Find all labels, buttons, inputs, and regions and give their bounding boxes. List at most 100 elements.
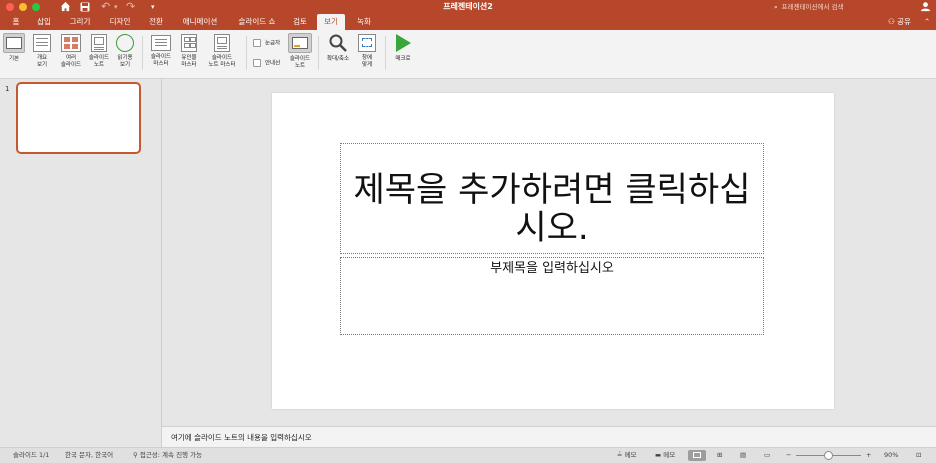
zoom-slider[interactable]	[796, 451, 861, 460]
notes-icon: ≟	[617, 451, 623, 459]
fit-slide-icon[interactable]: ⊡	[916, 448, 921, 463]
search-box[interactable]: ⌕ 프레젠테이션에서 검색	[774, 1, 894, 13]
normal-view-button[interactable]: 기본	[2, 33, 26, 63]
reading-view-label-1: 읽기용	[117, 55, 133, 61]
accessibility-label: 접근성: 계속 진행 가능	[139, 451, 203, 459]
reading-view-status-icon[interactable]: ▤	[740, 448, 746, 463]
ribbon-separator	[385, 36, 386, 70]
zoom-in-button[interactable]: +	[866, 448, 871, 463]
zoom-level[interactable]: 90%	[884, 448, 898, 463]
macros-button[interactable]: 매크로	[390, 33, 416, 63]
slide-number: 1	[5, 85, 10, 93]
slideshow-status-icon[interactable]: ▭	[764, 448, 770, 463]
ribbon-separator	[142, 36, 143, 70]
fit-to-window-button[interactable]: 창에 맞게	[355, 33, 379, 68]
share-label: 공유	[897, 17, 911, 26]
slide-sorter-status-icon[interactable]: ⊞	[717, 448, 722, 463]
normal-view-icon	[3, 33, 25, 53]
add-person-icon: ⚇	[888, 17, 895, 26]
notes-master-icon	[214, 34, 230, 52]
normal-view-status-icon	[693, 452, 701, 458]
tab-record[interactable]: 녹화	[352, 14, 376, 30]
slide-master-icon	[151, 35, 171, 51]
guides-checkbox[interactable]: 안내선	[253, 59, 280, 68]
slide-notes-label-1: 슬라이드	[289, 56, 311, 62]
guides-label: 안내선	[265, 60, 281, 67]
slide-notes-icon	[288, 33, 312, 53]
zoom-button[interactable]: 확대/축소	[322, 33, 354, 63]
play-icon	[394, 33, 412, 53]
guides-checkbox-box	[253, 59, 261, 67]
tab-home[interactable]: 홈	[8, 14, 24, 30]
slide-notes-label-2: 노트	[294, 62, 306, 69]
slide-thumbnail[interactable]	[16, 82, 141, 154]
macros-label: 매크로	[395, 56, 411, 62]
ruler-checkbox[interactable]: 눈금자	[253, 39, 280, 48]
search-icon: ⌕	[774, 3, 778, 11]
search-input[interactable]: 프레젠테이션에서 검색	[782, 3, 844, 11]
comment-icon: ▬	[655, 451, 662, 459]
outline-view-label-2: 보기	[36, 61, 48, 68]
reading-view-label-2: 보기	[119, 61, 131, 68]
fit-window-label-2: 맞게	[361, 61, 373, 68]
subtitle-placeholder[interactable]: 부제목을 입력하십시오	[340, 257, 764, 335]
profile-icon[interactable]	[920, 0, 931, 14]
accessibility-status[interactable]: ⚲ 접근성: 계속 진행 가능	[133, 448, 202, 463]
handout-master-button[interactable]: 유인물 마스터	[177, 33, 201, 68]
zoom-label: 확대/축소	[326, 56, 350, 62]
accessibility-icon: ⚲	[133, 451, 138, 459]
slide-sorter-icon	[61, 34, 81, 52]
slide-master-label-2: 마스터	[153, 60, 169, 67]
outline-view-icon	[33, 34, 51, 52]
reading-view-button[interactable]: 읽기용 보기	[114, 33, 136, 68]
notes-page-label-1: 슬라이드	[88, 55, 110, 61]
notes-page-button[interactable]: 슬라이드 노트	[86, 33, 112, 68]
zoom-out-button[interactable]: −	[786, 448, 791, 463]
slide-notes-button[interactable]: 슬라이드 노트	[287, 33, 313, 69]
fit-window-icon	[358, 34, 376, 52]
comments-button-label: 메모	[663, 451, 676, 459]
language-status[interactable]: 한국 문자, 한국어	[65, 448, 113, 463]
status-bar: 슬라이드 1/1 한국 문자, 한국어 ⚲ 접근성: 계속 진행 가능 ≟ 메모…	[0, 447, 936, 463]
notes-master-button[interactable]: 슬라이드 노트 마스터	[203, 33, 241, 68]
ribbon-separator	[318, 36, 319, 70]
ruler-checkbox-box	[253, 39, 261, 47]
ribbon: 기본 개요 보기 여러 슬라이드 슬라이드 노트 읽기용 보기 슬라이드 마스터…	[0, 30, 936, 79]
collapse-ribbon-icon[interactable]: ⌃	[924, 14, 930, 30]
reading-view-icon	[116, 34, 134, 52]
share-button[interactable]: ⚇ 공유	[888, 14, 911, 30]
tab-review[interactable]: 검토	[288, 14, 312, 30]
slide-thumbnails-pane: 1	[0, 79, 162, 447]
notes-toggle-button[interactable]: ≟ 메모	[617, 448, 637, 463]
handout-master-label-2: 마스터	[181, 61, 197, 68]
comments-button[interactable]: ▬ 메모	[655, 448, 675, 463]
slide-editing-area: 제목을 추가하려면 클릭하십시오. 부제목을 입력하십시오	[162, 79, 936, 426]
tab-animations[interactable]: 애니메이션	[176, 14, 224, 30]
slide-sorter-button[interactable]: 여러 슬라이드	[57, 33, 85, 68]
notes-input[interactable]: 여기에 슬라이드 노트의 내용을 입력하십시오	[162, 426, 936, 447]
slide-sorter-label-2: 슬라이드	[60, 61, 82, 68]
zoom-slider-thumb[interactable]	[824, 451, 833, 460]
ruler-label: 눈금자	[265, 40, 281, 47]
notes-master-label-2: 노트 마스터	[208, 61, 236, 68]
normal-view-label: 기본	[8, 56, 20, 62]
title-placeholder[interactable]: 제목을 추가하려면 클릭하십시오.	[340, 143, 764, 254]
normal-view-status-button[interactable]	[688, 450, 706, 461]
notes-page-icon	[91, 34, 107, 52]
tab-draw[interactable]: 그리기	[64, 14, 96, 30]
tab-slideshow[interactable]: 슬라이드 쇼	[232, 14, 282, 30]
outline-view-button[interactable]: 개요 보기	[31, 33, 53, 68]
tab-design[interactable]: 디자인	[104, 14, 136, 30]
tab-transitions[interactable]: 전환	[144, 14, 168, 30]
ribbon-separator	[246, 36, 247, 70]
handout-master-icon	[181, 34, 197, 52]
ribbon-tabs: 홈 삽입 그리기 디자인 전환 애니메이션 슬라이드 쇼 검토 보기 녹화 ⚇ …	[0, 14, 936, 30]
slide-master-button[interactable]: 슬라이드 마스터	[146, 33, 176, 67]
notes-button-label: 메모	[624, 451, 637, 459]
slide[interactable]: 제목을 추가하려면 클릭하십시오. 부제목을 입력하십시오	[272, 93, 834, 409]
tab-view[interactable]: 보기	[317, 14, 345, 30]
notes-page-label-2: 노트	[93, 61, 105, 68]
slide-count: 슬라이드 1/1	[13, 451, 50, 459]
magnifier-icon	[328, 33, 348, 53]
tab-insert[interactable]: 삽입	[32, 14, 56, 30]
